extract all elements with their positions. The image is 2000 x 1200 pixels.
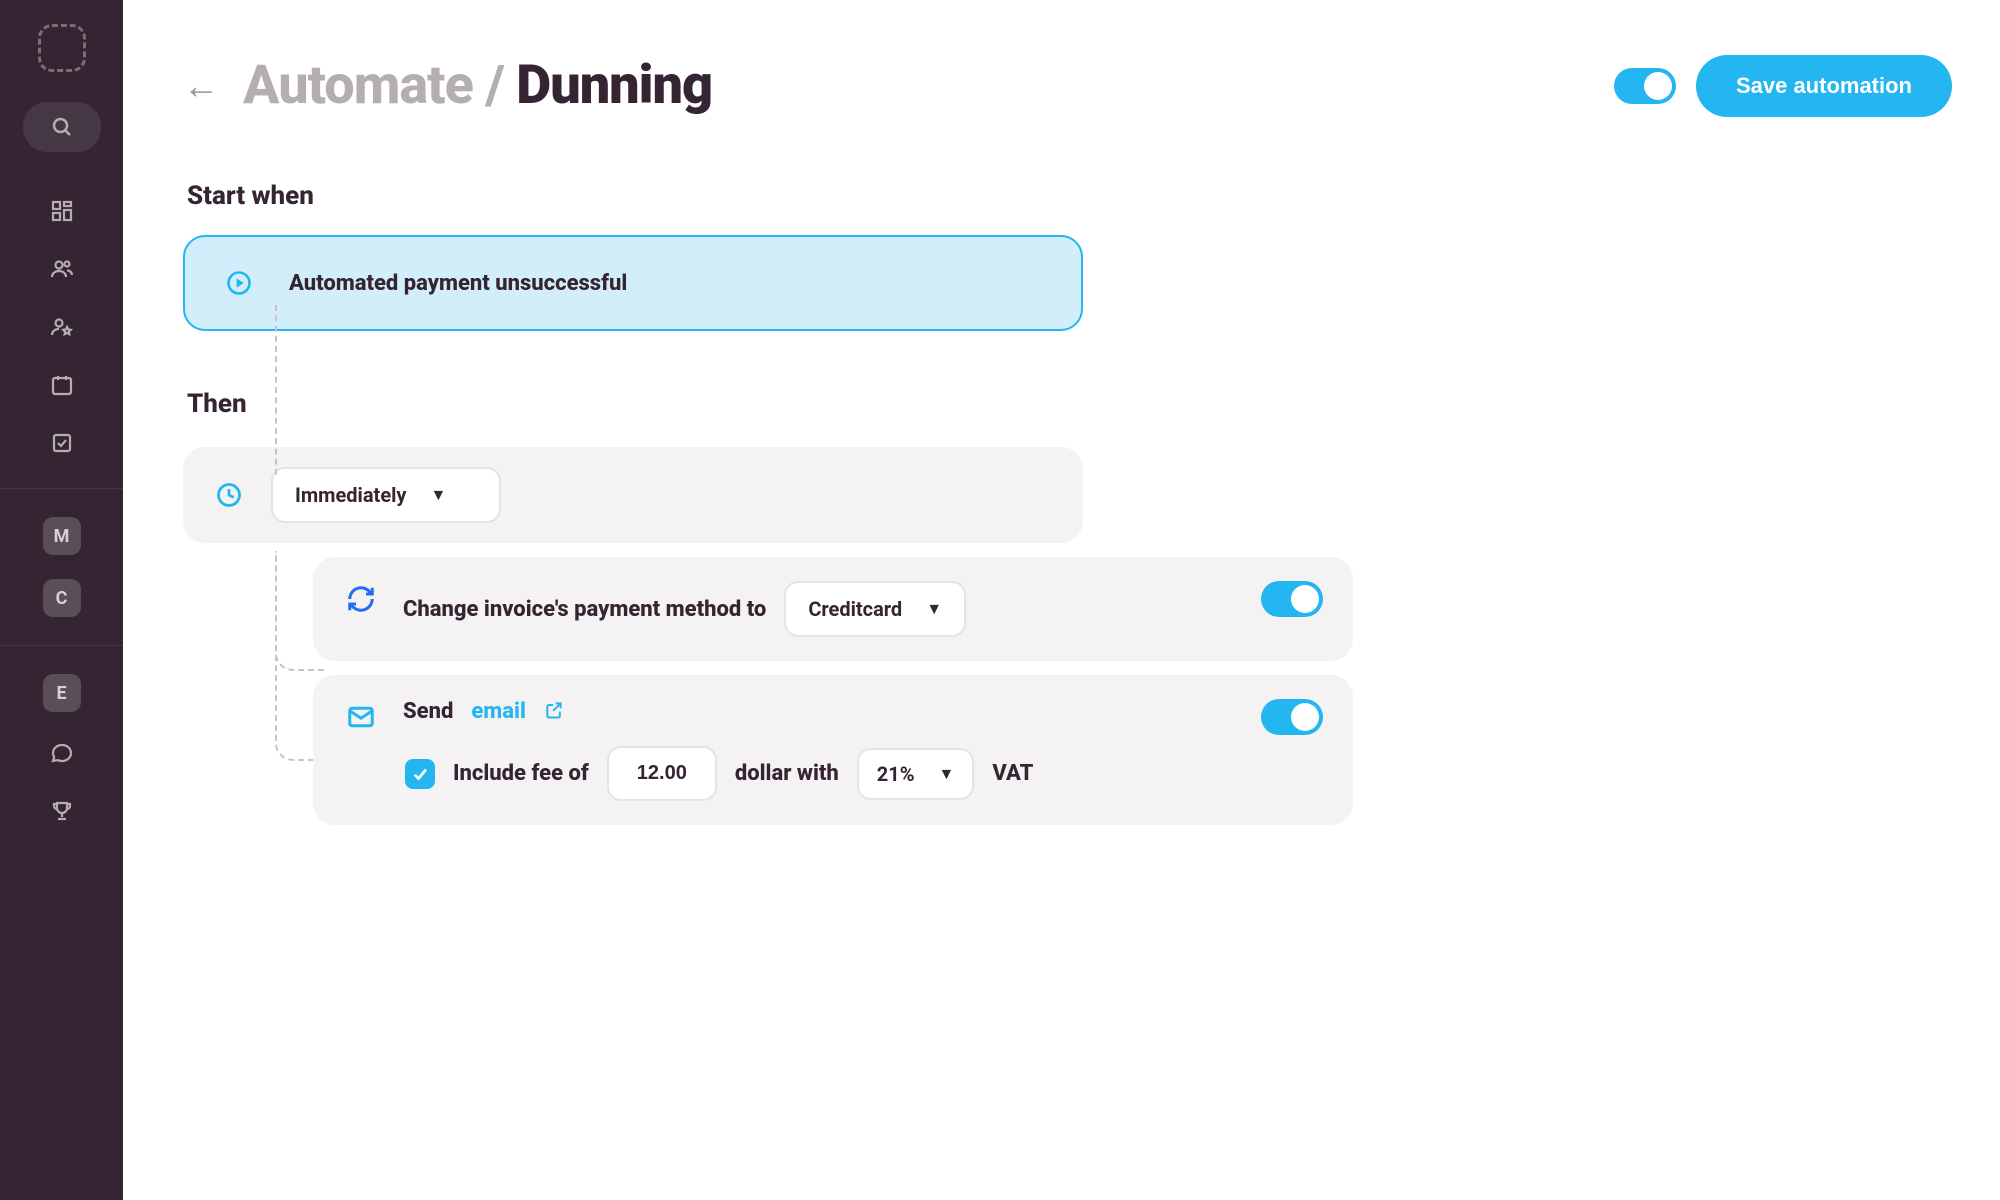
task-icon — [50, 431, 74, 455]
play-circle-icon — [221, 265, 257, 301]
logo-placeholder — [38, 24, 86, 72]
then-label: Then — [187, 389, 1353, 419]
breadcrumb-root[interactable]: Automate — [243, 54, 473, 117]
sidebar-item-tasks[interactable] — [23, 418, 101, 468]
toggle-knob — [1644, 72, 1672, 100]
dashboard-icon — [50, 199, 74, 223]
toggle-knob — [1291, 703, 1319, 731]
connector-line — [275, 305, 277, 475]
save-button[interactable]: Save automation — [1696, 55, 1952, 117]
timing-step: Immediately ▼ — [183, 447, 1083, 543]
search-icon — [50, 115, 74, 139]
main-content: ← Automate / Dunning Save automation Sta… — [123, 0, 2000, 1200]
toggle-knob — [1291, 585, 1319, 613]
external-link-icon[interactable] — [544, 700, 564, 724]
sidebar-item-dashboard[interactable] — [23, 186, 101, 236]
action-change-payment-method: Change invoice's payment method to Credi… — [313, 557, 1353, 661]
timing-value: Immediately — [295, 483, 406, 507]
action-send-email: Send email Include fee of dollar with — [313, 675, 1353, 825]
chat-icon — [50, 741, 74, 765]
sidebar-item-trophy[interactable] — [23, 786, 101, 836]
vat-value: 21% — [877, 762, 915, 786]
trigger-card[interactable]: Automated payment unsuccessful — [183, 235, 1083, 331]
refresh-icon — [343, 581, 379, 617]
breadcrumb-separator: / — [485, 54, 504, 117]
sidebar-item-calendar[interactable] — [23, 360, 101, 410]
sidebar-divider — [0, 488, 123, 489]
action1-prefix: Change invoice's payment method to — [403, 597, 766, 622]
sidebar-badge-m[interactable]: M — [43, 517, 81, 555]
mail-icon — [343, 699, 379, 735]
fee-amount-input[interactable] — [607, 746, 717, 801]
action1-toggle[interactable] — [1261, 581, 1323, 617]
start-when-label: Start when — [187, 181, 1353, 211]
include-fee-checkbox[interactable] — [405, 759, 435, 789]
sidebar-item-search[interactable] — [23, 102, 101, 152]
trigger-label: Automated payment unsuccessful — [289, 271, 627, 296]
fee-prefix: Include fee of — [453, 761, 589, 786]
page-title: Automate / Dunning — [243, 54, 712, 117]
sidebar-divider — [0, 645, 123, 646]
vat-select[interactable]: 21% ▼ — [857, 748, 975, 800]
sidebar-badge-e[interactable]: E — [43, 674, 81, 712]
clock-icon — [211, 477, 247, 513]
send-prefix: Send — [403, 699, 453, 724]
payment-method-value: Creditcard — [808, 597, 902, 621]
person-star-icon — [49, 315, 75, 339]
caret-down-icon: ▼ — [430, 485, 446, 505]
sidebar-badge-c[interactable]: C — [43, 579, 81, 617]
action2-toggle[interactable] — [1261, 699, 1323, 735]
sidebar-item-people[interactable] — [23, 244, 101, 294]
page-header: ← Automate / Dunning Save automation — [183, 54, 1952, 117]
sidebar-item-chat[interactable] — [23, 728, 101, 778]
breadcrumb-current: Dunning — [516, 54, 712, 117]
email-template-link[interactable]: email — [471, 699, 526, 724]
timing-select[interactable]: Immediately ▼ — [271, 467, 501, 523]
caret-down-icon: ▼ — [926, 599, 942, 619]
fee-currency-label: dollar with — [735, 761, 839, 786]
people-icon — [49, 257, 75, 281]
workflow-builder: Start when Automated payment unsuccessfu… — [183, 181, 1353, 825]
fee-suffix: VAT — [992, 761, 1033, 786]
automation-enable-toggle[interactable] — [1614, 68, 1676, 104]
back-button[interactable]: ← — [183, 68, 219, 104]
trophy-icon — [50, 799, 74, 823]
sidebar: M C E — [0, 0, 123, 1200]
caret-down-icon: ▼ — [939, 764, 955, 784]
payment-method-select[interactable]: Creditcard ▼ — [784, 581, 966, 637]
sidebar-item-member[interactable] — [23, 302, 101, 352]
calendar-icon — [50, 373, 74, 397]
